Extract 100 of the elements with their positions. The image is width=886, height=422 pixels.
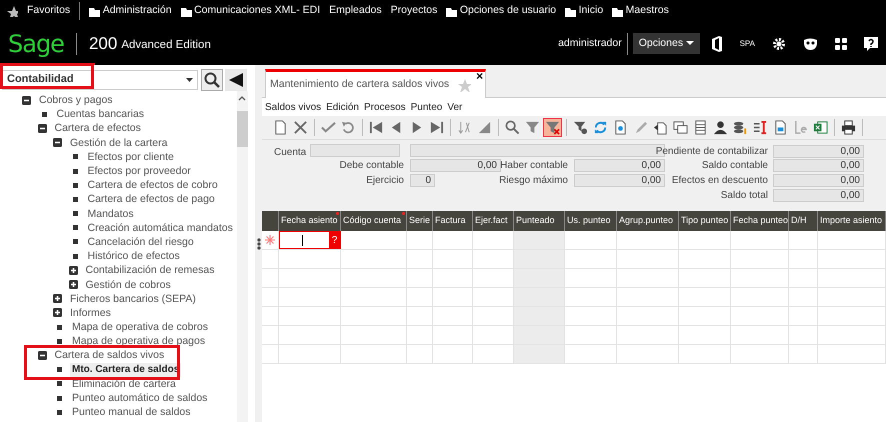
menu-item[interactable]: Saldos vivos — [265, 100, 322, 114]
tree-item[interactable]: Gestión de cobros — [84, 278, 173, 292]
favorites-label[interactable]: Favoritos — [27, 3, 70, 19]
list-icon[interactable] — [693, 120, 708, 135]
favorite-link[interactable]: Administración — [102, 3, 172, 19]
column-header[interactable]: Código cuenta — [341, 211, 407, 231]
column-header[interactable]: Fecha punteo — [731, 211, 789, 231]
tree-item[interactable]: Cartera de saldos vivos — [52, 348, 166, 362]
value-field: 0,00 — [574, 174, 665, 187]
new-document-icon[interactable] — [273, 120, 288, 135]
office-icon[interactable] — [710, 36, 723, 52]
star-icon[interactable] — [457, 78, 472, 92]
gear-icon[interactable] — [772, 36, 786, 50]
expand-icon[interactable] — [68, 266, 78, 275]
filter-icon[interactable] — [525, 120, 540, 135]
menu-item[interactable]: Procesos — [364, 100, 406, 114]
collapse-button[interactable] — [225, 68, 247, 90]
tree-item[interactable]: Mapa de operativa de cobros — [70, 320, 210, 334]
apps-icon[interactable] — [835, 38, 847, 50]
expand-icon[interactable] — [53, 294, 62, 304]
close-button[interactable]: × — [476, 70, 484, 82]
tree-item[interactable]: Ficheros bancarios (SEPA) — [68, 292, 198, 306]
tree-item[interactable]: Informes — [68, 306, 113, 320]
copy-icon[interactable] — [653, 120, 668, 135]
favorite-link[interactable]: Comunicaciones XML- EDI — [194, 3, 320, 19]
document-tab[interactable]: Mantenimiento de cartera saldos vivos × — [265, 69, 486, 98]
column-header[interactable]: Ejer.fact — [473, 211, 514, 231]
document-chart-icon[interactable] — [773, 120, 788, 135]
collapse-icon[interactable] — [38, 350, 46, 360]
spreadsheet-icon[interactable] — [813, 120, 828, 135]
tree-item[interactable]: Mandatos — [86, 206, 136, 221]
column-header[interactable]: Agrup.punteo — [617, 211, 679, 231]
tree-item[interactable]: Cancelación del riesgo — [86, 234, 196, 249]
folder-icon — [612, 6, 624, 16]
bullet-icon — [72, 154, 78, 160]
menu-item[interactable]: Edición — [326, 100, 359, 114]
tree-item[interactable]: Cobros y pagos — [37, 93, 115, 108]
scrollbar-thumb[interactable] — [237, 111, 248, 147]
column-header[interactable]: Importe asiento — [818, 211, 886, 231]
mask-icon[interactable] — [803, 36, 818, 50]
undo-icon[interactable] — [341, 120, 356, 135]
favorite-link[interactable]: Proyectos — [390, 3, 438, 19]
tree-item[interactable]: Cuentas bancarias — [54, 107, 146, 122]
help-icon[interactable] — [864, 36, 878, 50]
caret-icon — [686, 41, 694, 46]
favorite-link[interactable]: Maestros — [626, 3, 669, 19]
column-header[interactable]: Factura — [433, 211, 473, 231]
tree-item[interactable]: Histórico de efectos — [86, 249, 182, 264]
tree-item[interactable]: Cartera de efectos — [52, 121, 143, 136]
favorite-link[interactable]: Inicio — [578, 3, 604, 19]
last-record-icon[interactable] — [429, 120, 444, 135]
bullet-icon — [72, 254, 78, 259]
printer-icon[interactable] — [841, 120, 856, 135]
tree-item[interactable]: Mapa de operativa de pagos — [70, 334, 208, 348]
tree-item[interactable]: Efectos por cliente — [86, 150, 176, 164]
menu-item[interactable]: Punteo — [410, 100, 442, 114]
tree-item[interactable]: Punteo manual de saldos — [70, 405, 192, 420]
delete-icon[interactable] — [293, 120, 308, 135]
expand-icon[interactable] — [68, 280, 78, 290]
search-icon — [204, 72, 220, 88]
collapse-icon[interactable] — [53, 138, 62, 148]
column-header[interactable]: Tipo punteo — [679, 211, 731, 231]
column-header[interactable]: Serie — [407, 211, 433, 231]
options-button[interactable]: Opciones — [632, 32, 700, 54]
lookup-button[interactable]: ? — [329, 232, 340, 248]
coins-icon[interactable] — [733, 120, 748, 135]
bullet-icon — [72, 182, 78, 188]
windows-icon[interactable] — [673, 120, 688, 135]
column-header[interactable]: D/H — [789, 211, 818, 231]
scrollbar[interactable] — [237, 91, 248, 422]
tree-item[interactable]: Eliminación de cartera — [70, 376, 178, 391]
tree-item[interactable]: Punteo automático de saldos — [70, 391, 210, 406]
value-field: 0 — [410, 174, 435, 187]
tree-item[interactable]: Cartera de efectos de cobro — [86, 178, 220, 192]
favorite-link[interactable]: Opciones de usuario — [460, 3, 556, 19]
column-header[interactable]: Us. punteo — [565, 211, 617, 231]
clear-filter-icon[interactable] — [545, 120, 560, 135]
module-select[interactable]: Contabilidad — [2, 70, 198, 90]
refresh-icon[interactable] — [593, 120, 608, 135]
drag-handle-icon[interactable] — [256, 238, 260, 250]
check-icon[interactable] — [321, 120, 336, 135]
tree-item[interactable]: Cartera de efectos de pago — [86, 192, 217, 206]
first-record-icon[interactable] — [369, 120, 384, 135]
date-input-field[interactable]: ? — [279, 231, 341, 249]
tree-item[interactable]: Contabilización de remesas — [84, 263, 216, 278]
language-indicator[interactable]: SPA — [740, 38, 755, 50]
collapse-icon[interactable] — [22, 96, 31, 105]
person-icon[interactable] — [713, 120, 728, 135]
tree-item[interactable]: Efectos por proveedor — [86, 164, 193, 178]
tree-item[interactable]: Gestión de la cartera — [68, 136, 170, 150]
expand-icon[interactable] — [53, 308, 62, 318]
search-button[interactable] — [200, 68, 222, 90]
search-icon[interactable] — [505, 120, 520, 135]
menu-item[interactable]: Ver — [447, 100, 462, 114]
favorite-link[interactable]: Empleados — [329, 3, 382, 19]
tree-item[interactable]: Creación automática mandatos — [86, 220, 235, 235]
collapse-icon[interactable] — [38, 124, 46, 133]
filter-icon[interactable] — [573, 120, 588, 135]
text-cursor-icon[interactable] — [753, 120, 768, 135]
document-settings-icon[interactable] — [613, 120, 628, 135]
